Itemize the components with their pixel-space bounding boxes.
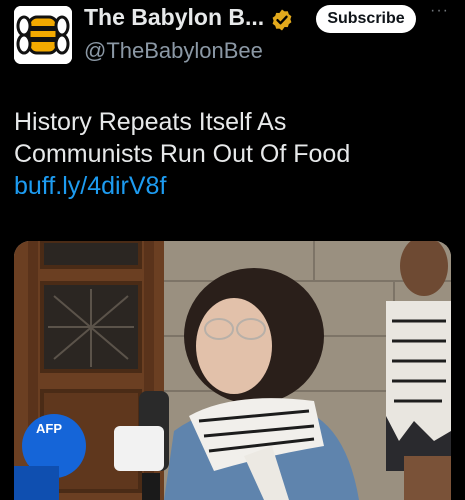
verified-badge-icon bbox=[272, 9, 292, 31]
avatar[interactable] bbox=[14, 6, 72, 64]
babylon-bee-logo-icon bbox=[14, 6, 72, 64]
post-link[interactable]: buff.ly/4dirV8f bbox=[14, 172, 166, 200]
post-media-image[interactable]: AFP bbox=[14, 241, 451, 500]
subscribe-button[interactable]: Subscribe bbox=[316, 5, 416, 33]
more-options-icon[interactable]: ··· bbox=[430, 3, 448, 24]
media-photo: AFP bbox=[14, 241, 451, 500]
display-name[interactable]: The Babylon B... bbox=[84, 4, 264, 31]
post-text-line: Communists Run Out Of Food bbox=[14, 140, 351, 168]
post-text: History Repeats Itself As Communists Run… bbox=[14, 106, 454, 202]
mic-label: AFP bbox=[36, 421, 62, 436]
post-header: The Babylon B... @TheBabylonBee Subscrib… bbox=[0, 0, 465, 80]
post-text-line: History Repeats Itself As bbox=[14, 108, 287, 136]
account-handle[interactable]: @TheBabylonBee bbox=[84, 38, 263, 64]
